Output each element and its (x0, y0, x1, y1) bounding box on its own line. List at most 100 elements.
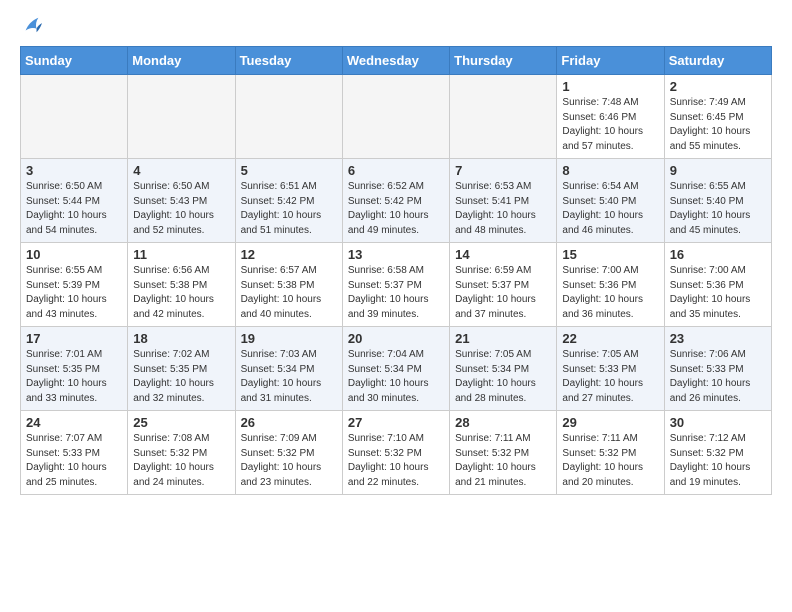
calendar-cell: 10 Sunrise: 6:55 AM Sunset: 5:39 PM Dayli… (21, 243, 128, 327)
calendar-cell: 25 Sunrise: 7:08 AM Sunset: 5:32 PM Dayli… (128, 411, 235, 495)
calendar-cell: 8 Sunrise: 6:54 AM Sunset: 5:40 PM Daylig… (557, 159, 664, 243)
day-info: Sunrise: 6:50 AM Sunset: 5:44 PM Dayligh… (26, 180, 122, 238)
day-info: Sunrise: 6:58 AM Sunset: 5:37 PM Dayligh… (348, 264, 444, 322)
day-number: 25 (133, 415, 229, 430)
calendar-week-5: 24 Sunrise: 7:07 AM Sunset: 5:33 PM Dayli… (21, 411, 772, 495)
day-info: Sunrise: 7:10 AM Sunset: 5:32 PM Dayligh… (348, 432, 444, 490)
calendar: SundayMondayTuesdayWednesdayThursdayFrid… (20, 46, 772, 495)
day-info: Sunrise: 7:49 AM Sunset: 6:45 PM Dayligh… (670, 96, 766, 154)
day-info: Sunrise: 6:53 AM Sunset: 5:41 PM Dayligh… (455, 180, 551, 238)
day-info: Sunrise: 7:04 AM Sunset: 5:34 PM Dayligh… (348, 348, 444, 406)
day-info: Sunrise: 7:05 AM Sunset: 5:33 PM Dayligh… (562, 348, 658, 406)
calendar-week-1: 1 Sunrise: 7:48 AM Sunset: 6:46 PM Daylig… (21, 75, 772, 159)
calendar-cell: 11 Sunrise: 6:56 AM Sunset: 5:38 PM Dayli… (128, 243, 235, 327)
calendar-cell: 5 Sunrise: 6:51 AM Sunset: 5:42 PM Daylig… (235, 159, 342, 243)
day-info: Sunrise: 6:57 AM Sunset: 5:38 PM Dayligh… (241, 264, 337, 322)
day-info: Sunrise: 6:55 AM Sunset: 5:39 PM Dayligh… (26, 264, 122, 322)
calendar-cell (128, 75, 235, 159)
day-info: Sunrise: 7:11 AM Sunset: 5:32 PM Dayligh… (455, 432, 551, 490)
weekday-header-wednesday: Wednesday (342, 47, 449, 75)
calendar-cell: 26 Sunrise: 7:09 AM Sunset: 5:32 PM Dayli… (235, 411, 342, 495)
day-number: 11 (133, 247, 229, 262)
day-number: 10 (26, 247, 122, 262)
calendar-cell: 1 Sunrise: 7:48 AM Sunset: 6:46 PM Daylig… (557, 75, 664, 159)
calendar-cell: 2 Sunrise: 7:49 AM Sunset: 6:45 PM Daylig… (664, 75, 771, 159)
weekday-header-friday: Friday (557, 47, 664, 75)
day-number: 7 (455, 163, 551, 178)
calendar-cell: 7 Sunrise: 6:53 AM Sunset: 5:41 PM Daylig… (450, 159, 557, 243)
day-number: 16 (670, 247, 766, 262)
calendar-cell (342, 75, 449, 159)
page: SundayMondayTuesdayWednesdayThursdayFrid… (0, 0, 792, 505)
day-number: 13 (348, 247, 444, 262)
calendar-cell: 22Sunrise: 7:05 AM Sunset: 5:33 PM Dayli… (557, 327, 664, 411)
day-number: 8 (562, 163, 658, 178)
calendar-cell: 29 Sunrise: 7:11 AM Sunset: 5:32 PM Dayli… (557, 411, 664, 495)
day-number: 9 (670, 163, 766, 178)
weekday-header-monday: Monday (128, 47, 235, 75)
calendar-cell: 23Sunrise: 7:06 AM Sunset: 5:33 PM Dayli… (664, 327, 771, 411)
day-number: 6 (348, 163, 444, 178)
day-number: 1 (562, 79, 658, 94)
day-number: 17 (26, 331, 122, 346)
day-number: 28 (455, 415, 551, 430)
calendar-cell: 21 Sunrise: 7:05 AM Sunset: 5:34 PM Dayli… (450, 327, 557, 411)
day-info: Sunrise: 7:06 AM Sunset: 5:33 PM Dayligh… (670, 348, 766, 406)
weekday-header-saturday: Saturday (664, 47, 771, 75)
day-number: 29 (562, 415, 658, 430)
calendar-week-2: 3 Sunrise: 6:50 AM Sunset: 5:44 PM Daylig… (21, 159, 772, 243)
day-number: 27 (348, 415, 444, 430)
day-info: Sunrise: 6:55 AM Sunset: 5:40 PM Dayligh… (670, 180, 766, 238)
day-info: Sunrise: 7:07 AM Sunset: 5:33 PM Dayligh… (26, 432, 122, 490)
weekday-header-tuesday: Tuesday (235, 47, 342, 75)
calendar-week-4: 17 Sunrise: 7:01 AM Sunset: 5:35 PM Dayli… (21, 327, 772, 411)
header (20, 16, 772, 36)
calendar-cell: 4Sunrise: 6:50 AM Sunset: 5:43 PM Daylig… (128, 159, 235, 243)
weekday-header-sunday: Sunday (21, 47, 128, 75)
day-number: 4 (133, 163, 229, 178)
day-info: Sunrise: 7:00 AM Sunset: 5:36 PM Dayligh… (670, 264, 766, 322)
day-number: 5 (241, 163, 337, 178)
day-info: Sunrise: 7:02 AM Sunset: 5:35 PM Dayligh… (133, 348, 229, 406)
calendar-cell: 15 Sunrise: 7:00 AM Sunset: 5:36 PM Dayli… (557, 243, 664, 327)
day-number: 24 (26, 415, 122, 430)
weekday-header-row: SundayMondayTuesdayWednesdayThursdayFrid… (21, 47, 772, 75)
day-number: 18 (133, 331, 229, 346)
day-info: Sunrise: 7:11 AM Sunset: 5:32 PM Dayligh… (562, 432, 658, 490)
calendar-cell: 3 Sunrise: 6:50 AM Sunset: 5:44 PM Daylig… (21, 159, 128, 243)
day-info: Sunrise: 7:08 AM Sunset: 5:32 PM Dayligh… (133, 432, 229, 490)
day-number: 21 (455, 331, 551, 346)
day-info: Sunrise: 7:09 AM Sunset: 5:32 PM Dayligh… (241, 432, 337, 490)
calendar-cell: 27 Sunrise: 7:10 AM Sunset: 5:32 PM Dayli… (342, 411, 449, 495)
day-number: 15 (562, 247, 658, 262)
weekday-header-thursday: Thursday (450, 47, 557, 75)
day-number: 20 (348, 331, 444, 346)
day-info: Sunrise: 6:54 AM Sunset: 5:40 PM Dayligh… (562, 180, 658, 238)
day-number: 12 (241, 247, 337, 262)
day-info: Sunrise: 6:52 AM Sunset: 5:42 PM Dayligh… (348, 180, 444, 238)
calendar-week-3: 10 Sunrise: 6:55 AM Sunset: 5:39 PM Dayli… (21, 243, 772, 327)
day-info: Sunrise: 7:48 AM Sunset: 6:46 PM Dayligh… (562, 96, 658, 154)
calendar-cell: 17 Sunrise: 7:01 AM Sunset: 5:35 PM Dayli… (21, 327, 128, 411)
day-number: 26 (241, 415, 337, 430)
calendar-cell: 6 Sunrise: 6:52 AM Sunset: 5:42 PM Daylig… (342, 159, 449, 243)
calendar-cell: 13 Sunrise: 6:58 AM Sunset: 5:37 PM Dayli… (342, 243, 449, 327)
calendar-cell: 20 Sunrise: 7:04 AM Sunset: 5:34 PM Dayli… (342, 327, 449, 411)
day-info: Sunrise: 7:01 AM Sunset: 5:35 PM Dayligh… (26, 348, 122, 406)
calendar-cell (21, 75, 128, 159)
calendar-cell: 19Sunrise: 7:03 AM Sunset: 5:34 PM Dayli… (235, 327, 342, 411)
calendar-cell: 12 Sunrise: 6:57 AM Sunset: 5:38 PM Dayli… (235, 243, 342, 327)
day-number: 14 (455, 247, 551, 262)
day-info: Sunrise: 6:51 AM Sunset: 5:42 PM Dayligh… (241, 180, 337, 238)
calendar-cell: 30Sunrise: 7:12 AM Sunset: 5:32 PM Dayli… (664, 411, 771, 495)
day-number: 2 (670, 79, 766, 94)
day-info: Sunrise: 7:00 AM Sunset: 5:36 PM Dayligh… (562, 264, 658, 322)
day-info: Sunrise: 6:56 AM Sunset: 5:38 PM Dayligh… (133, 264, 229, 322)
day-info: Sunrise: 6:59 AM Sunset: 5:37 PM Dayligh… (455, 264, 551, 322)
calendar-cell (235, 75, 342, 159)
calendar-cell (450, 75, 557, 159)
calendar-cell: 24 Sunrise: 7:07 AM Sunset: 5:33 PM Dayli… (21, 411, 128, 495)
day-info: Sunrise: 7:12 AM Sunset: 5:32 PM Dayligh… (670, 432, 766, 490)
day-number: 3 (26, 163, 122, 178)
day-info: Sunrise: 7:05 AM Sunset: 5:34 PM Dayligh… (455, 348, 551, 406)
